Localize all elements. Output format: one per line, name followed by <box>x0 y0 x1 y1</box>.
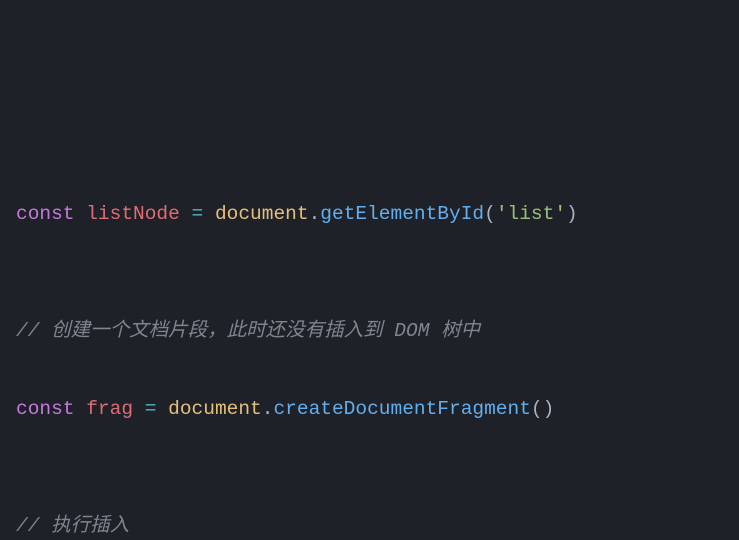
keyword-const: const <box>16 203 75 225</box>
dot: . <box>309 203 321 225</box>
comment: // 执行插入 <box>16 515 129 537</box>
op-assign: = <box>145 398 157 420</box>
parens: () <box>531 398 554 420</box>
op-assign: = <box>192 203 204 225</box>
code-line-6: // 执行插入 <box>16 507 739 540</box>
dot: . <box>262 398 274 420</box>
code-line-1: const listNode = document.getElementById… <box>16 195 739 234</box>
string-list: 'list' <box>496 203 566 225</box>
var-frag: frag <box>86 398 133 420</box>
code-line-3: // 创建一个文档片段，此时还没有插入到 DOM 树中 <box>16 312 739 351</box>
code-block: const listNode = document.getElementById… <box>16 156 739 540</box>
paren-close: ) <box>566 203 578 225</box>
paren-open: ( <box>484 203 496 225</box>
keyword-const: const <box>16 398 75 420</box>
ident-document: document <box>215 203 309 225</box>
ident-document: document <box>168 398 262 420</box>
fn-createDocumentFragment: createDocumentFragment <box>273 398 530 420</box>
var-listNode: listNode <box>86 203 180 225</box>
fn-getElementById: getElementById <box>320 203 484 225</box>
comment: // 创建一个文档片段，此时还没有插入到 DOM 树中 <box>16 320 480 342</box>
code-line-4: const frag = document.createDocumentFrag… <box>16 390 739 429</box>
